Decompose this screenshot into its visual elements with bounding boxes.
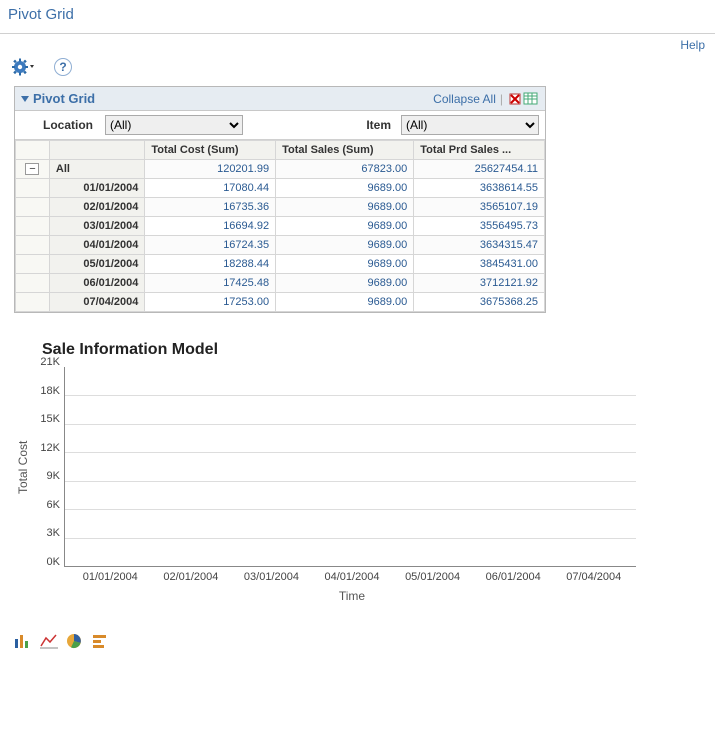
pivot-cell[interactable]: 3845431.00 [414,255,545,274]
row-date[interactable]: 01/01/2004 [49,179,144,198]
hbar-chart-icon[interactable] [92,633,110,649]
pivot-cell[interactable]: 16735.36 [145,198,276,217]
x-tick-label: 02/01/2004 [151,571,232,583]
chart-title: Sale Information Model [42,341,701,359]
pivot-cell[interactable]: 9689.00 [276,255,414,274]
pivot-cell[interactable]: 120201.99 [145,160,276,179]
x-tick-label: 01/01/2004 [70,571,151,583]
table-row: 03/01/200416694.929689.003556495.73 [16,217,545,236]
gear-icon[interactable] [12,58,36,76]
row-date[interactable]: 04/01/2004 [49,236,144,255]
item-filter-select[interactable]: (All) [401,115,539,135]
table-row: 02/01/200416735.369689.003565107.19 [16,198,545,217]
pivot-grid-panel: Pivot Grid Collapse All | Location (All)… [14,86,546,313]
collapse-row-button[interactable]: − [25,163,39,175]
pivot-cell[interactable]: 3565107.19 [414,198,545,217]
item-filter-label: Item [359,118,395,132]
delete-pivot-icon[interactable] [507,92,523,106]
page-title: Pivot Grid [0,0,715,34]
pivot-cell[interactable]: 67823.00 [276,160,414,179]
pivot-cell[interactable]: 9689.00 [276,179,414,198]
row-date[interactable]: 05/01/2004 [49,255,144,274]
row-date[interactable]: 07/04/2004 [49,293,144,312]
help-circle-icon[interactable]: ? [54,58,72,76]
x-tick-label: 04/01/2004 [312,571,393,583]
pivot-cell[interactable]: 3634315.47 [414,236,545,255]
table-row: 05/01/200418288.449689.003845431.00 [16,255,545,274]
pivot-cell[interactable]: 3712121.92 [414,274,545,293]
chart-area: Sale Information Model Total Cost 21K18K… [14,341,701,603]
pivot-cell[interactable]: 16724.35 [145,236,276,255]
chart-plot [64,367,636,567]
row-date[interactable]: 02/01/2004 [49,198,144,217]
grid-layout-icon[interactable] [523,92,539,106]
row-date[interactable]: 03/01/2004 [49,217,144,236]
filter-row: Location (All) Item (All) [15,111,545,140]
pivot-cell[interactable]: 25627454.11 [414,160,545,179]
y-axis-label: Total Cost [14,367,32,567]
pie-chart-icon[interactable] [66,633,84,649]
x-tick-label: 03/01/2004 [231,571,312,583]
page-toolbar: ? [0,54,715,86]
help-link[interactable]: Help [0,34,715,54]
pivot-cell[interactable]: 9689.00 [276,293,414,312]
row-date[interactable]: 06/01/2004 [49,274,144,293]
y-axis-ticks: 21K18K15K12K9K6K3K0K [32,367,64,567]
table-row: 04/01/200416724.359689.003634315.47 [16,236,545,255]
pivot-cell[interactable]: 3638614.55 [414,179,545,198]
pivot-grid-title[interactable]: Pivot Grid [21,91,433,106]
table-row: 01/01/200417080.449689.003638614.55 [16,179,545,198]
col-header[interactable]: Total Prd Sales ... [414,141,545,160]
x-tick-label: 07/04/2004 [553,571,634,583]
pivot-cell[interactable]: 9689.00 [276,274,414,293]
pivot-cell[interactable]: 9689.00 [276,198,414,217]
line-chart-icon[interactable] [40,633,58,649]
x-axis-ticks: 01/01/200402/01/200403/01/200404/01/2004… [66,571,638,583]
table-row: 06/01/200417425.489689.003712121.92 [16,274,545,293]
pivot-cell[interactable]: 16694.92 [145,217,276,236]
x-tick-label: 06/01/2004 [473,571,554,583]
pivot-table: Total Cost (Sum) Total Sales (Sum) Total… [15,140,545,312]
pivot-cell[interactable]: 17425.48 [145,274,276,293]
table-row: 07/04/200417253.009689.003675368.25 [16,293,545,312]
chevron-down-icon [21,96,29,102]
pivot-cell[interactable]: 18288.44 [145,255,276,274]
pivot-cell[interactable]: 17253.00 [145,293,276,312]
x-tick-label: 05/01/2004 [392,571,473,583]
collapse-all-link[interactable]: Collapse All [433,92,496,106]
pivot-cell[interactable]: 17080.44 [145,179,276,198]
pivot-cell[interactable]: 3556495.73 [414,217,545,236]
col-header[interactable]: Total Cost (Sum) [145,141,276,160]
location-filter-select[interactable]: (All) [105,115,243,135]
bar-chart-icon[interactable] [14,633,32,649]
chart-type-toolbar [14,633,701,649]
location-filter-label: Location [21,118,99,132]
pivot-cell[interactable]: 3675368.25 [414,293,545,312]
col-header[interactable]: Total Sales (Sum) [276,141,414,160]
x-axis-label: Time [66,589,638,603]
pivot-cell[interactable]: 9689.00 [276,217,414,236]
pivot-cell[interactable]: 9689.00 [276,236,414,255]
all-row-label[interactable]: All [49,160,144,179]
